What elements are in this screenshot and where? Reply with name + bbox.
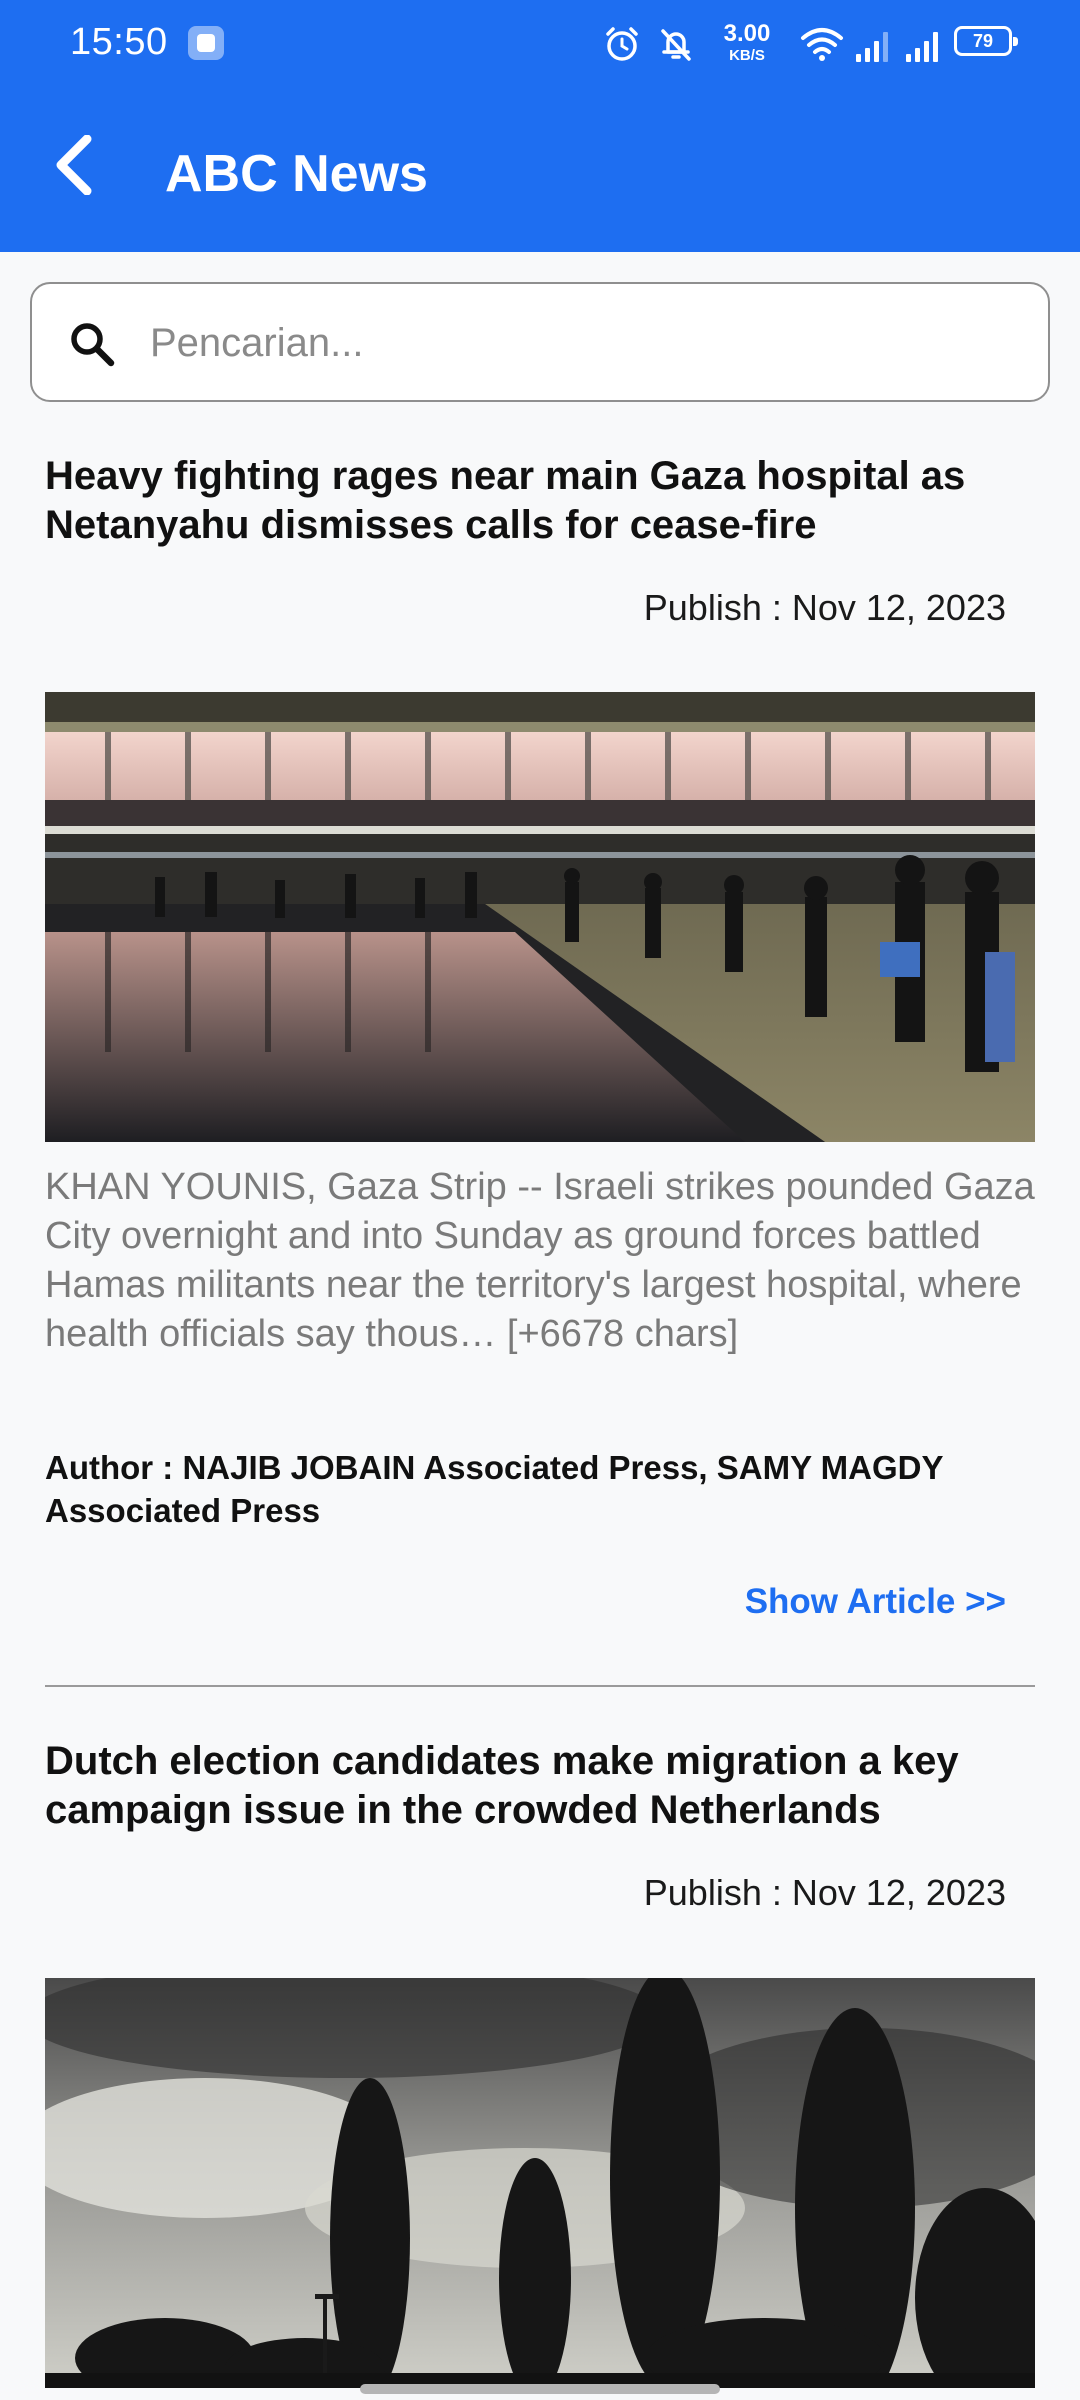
article-title[interactable]: Heavy fighting rages near main Gaza hosp… bbox=[45, 452, 1035, 550]
home-indicator[interactable] bbox=[360, 2384, 720, 2394]
article-description: KHAN YOUNIS, Gaza Strip -- Israeli strik… bbox=[45, 1166, 1035, 1355]
article-date: Publish : Nov 12, 2023 bbox=[643, 1872, 1006, 1913]
app-header: 15:50 3.00 KB/S 79 ABC News bbox=[0, 0, 1080, 252]
battery-icon: 79 bbox=[954, 26, 1018, 56]
article-title[interactable]: Dutch election candidates make migration… bbox=[45, 1737, 1035, 1835]
search-input[interactable] bbox=[150, 308, 1010, 378]
status-bar: 15:50 3.00 KB/S 79 bbox=[0, 0, 1080, 84]
net-speed-unit: KB/S bbox=[729, 47, 765, 64]
signal-icon bbox=[906, 32, 938, 62]
mute-icon bbox=[661, 29, 691, 61]
article-divider bbox=[45, 1685, 1035, 1687]
article-author: Author : NAJIB JOBAIN Associated Press, … bbox=[45, 1449, 943, 1529]
net-speed-value: 3.00 bbox=[723, 20, 771, 47]
article-image[interactable] bbox=[45, 692, 1035, 1142]
status-icons: 3.00 KB/S 79 bbox=[572, 18, 1018, 68]
search-icon bbox=[71, 323, 115, 367]
cloudy-trees-image bbox=[45, 1978, 1035, 2388]
signal-icon bbox=[856, 32, 888, 62]
net-speed-indicator: 3.00 KB/S bbox=[712, 18, 782, 64]
back-button[interactable] bbox=[40, 130, 110, 200]
search-bar[interactable] bbox=[30, 282, 1050, 402]
status-time: 15:50 bbox=[70, 21, 168, 63]
article-date: Publish : Nov 12, 2023 bbox=[643, 587, 1006, 628]
night-plaza-image bbox=[45, 692, 1035, 1142]
app-bar: ABC News bbox=[0, 84, 1080, 252]
battery-level: 79 bbox=[972, 31, 994, 51]
page-title: ABC News bbox=[165, 145, 428, 203]
show-article-link[interactable]: Show Article >> bbox=[745, 1580, 1006, 1624]
chevron-left-icon bbox=[56, 135, 92, 195]
alarm-icon bbox=[606, 27, 638, 61]
wifi-icon bbox=[801, 28, 843, 61]
article-image[interactable] bbox=[45, 1978, 1035, 2388]
app-notification-icon bbox=[188, 26, 224, 60]
